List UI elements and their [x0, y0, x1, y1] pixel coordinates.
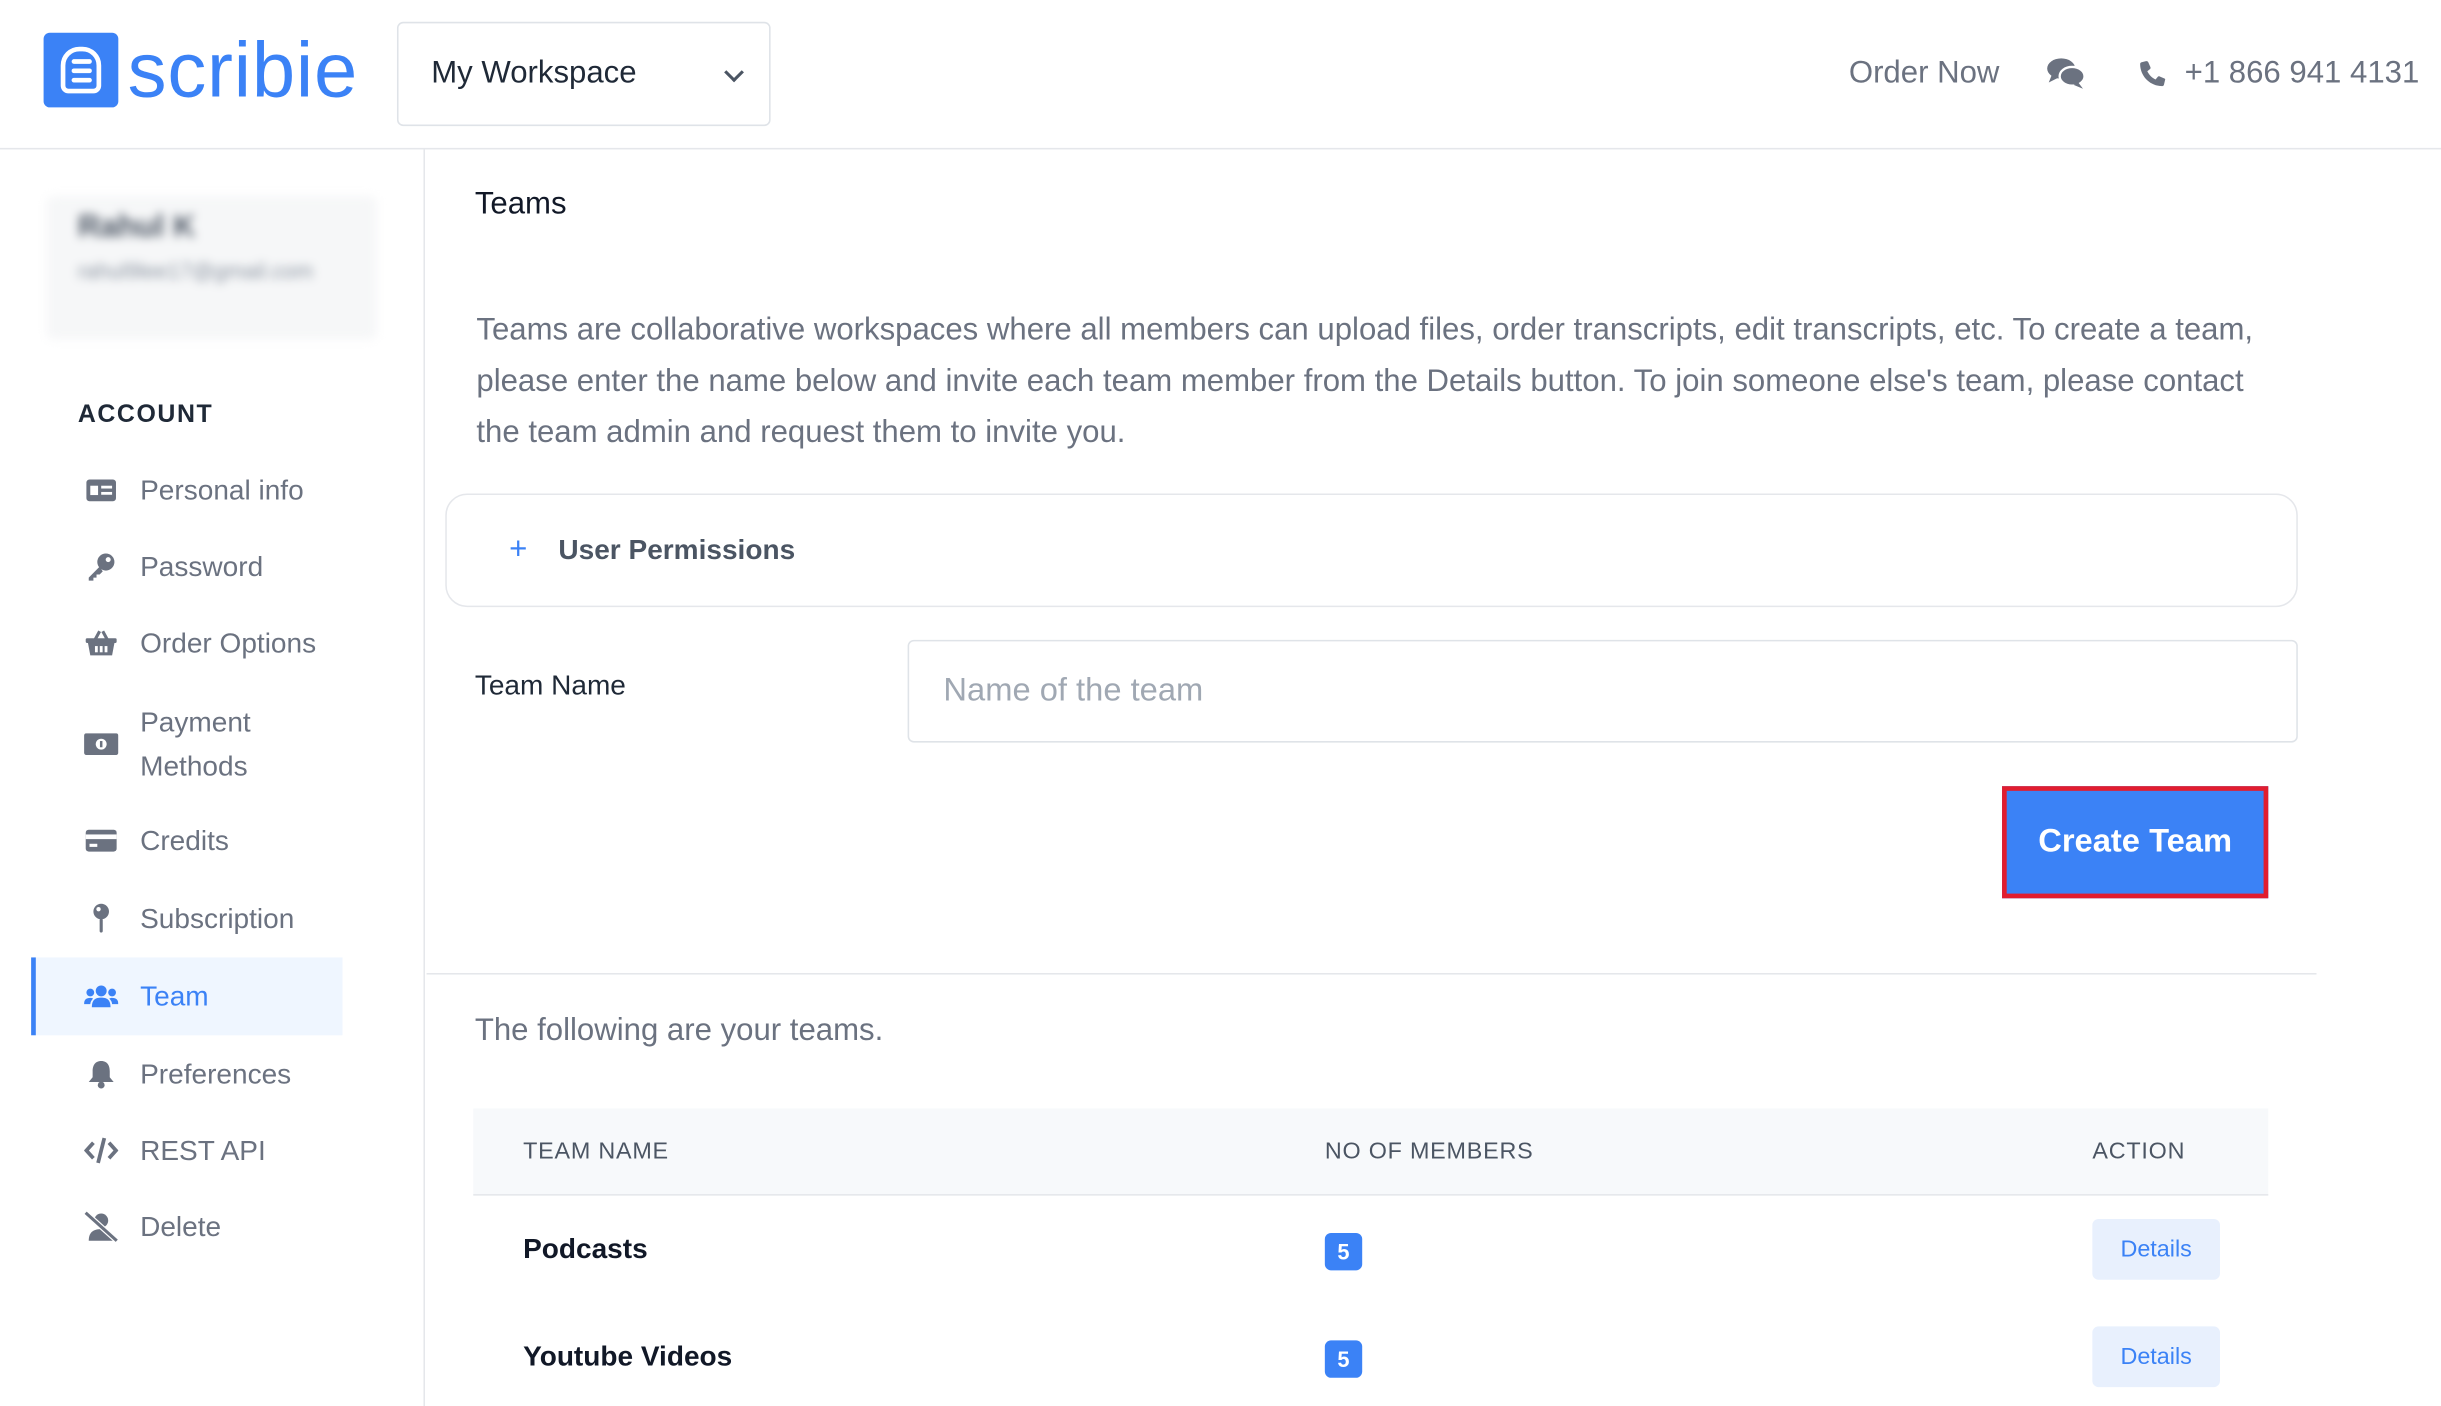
sidebar-item-payment-methods[interactable]: Payment Methods [31, 696, 342, 793]
member-count-badge: 5 [1324, 1340, 1363, 1378]
chat-icon[interactable] [2046, 56, 2087, 90]
page-title: Teams [474, 186, 567, 222]
sidebar-item-label: Team [140, 980, 209, 1012]
order-now-link[interactable]: Order Now [1849, 55, 2000, 91]
column-header-action: ACTION [2092, 1138, 2186, 1165]
team-name-input[interactable] [907, 639, 2298, 743]
sidebar-item-credits[interactable]: Credits [31, 802, 342, 880]
team-name-label: Team Name [474, 669, 626, 701]
column-header-team-name: TEAM NAME [523, 1138, 669, 1165]
code-icon [84, 1135, 119, 1166]
sidebar-item-label: Payment Methods [140, 706, 251, 782]
sidebar-item-label: Credits [140, 824, 229, 856]
scribie-logo[interactable]: scribie [43, 26, 359, 114]
pin-icon [84, 903, 118, 934]
sidebar-item-label: REST API [140, 1134, 266, 1166]
credit-card-icon [84, 825, 118, 856]
logo-text: scribie [127, 26, 359, 114]
user-email: rahul9lee17@gmail.com [77, 258, 314, 284]
support-phone-number[interactable]: +1 866 941 4131 [2185, 55, 2420, 91]
member-count-badge: 5 [1324, 1232, 1363, 1271]
basket-icon [84, 627, 118, 658]
plus-icon: + [509, 532, 528, 567]
teams-caption: The following are your teams. [474, 1013, 884, 1048]
money-icon [84, 729, 119, 760]
id-card-icon [84, 475, 118, 506]
table-row: Podcasts 5 Details [473, 1196, 2268, 1303]
sidebar-item-password[interactable]: Password [31, 528, 342, 606]
team-name-cell: Youtube Videos [523, 1340, 733, 1372]
section-divider [426, 973, 2317, 975]
main-content: Teams Teams are collaborative workspaces… [426, 149, 2441, 1406]
teams-table: TEAM NAME NO OF MEMBERS ACTION Podcasts … [473, 1108, 2269, 1406]
user-permissions-label: User Permissions [558, 533, 796, 566]
sidebar-item-team[interactable]: Team [31, 957, 343, 1036]
sidebar-item-subscription[interactable]: Subscription [31, 880, 342, 958]
sidebar-item-rest-api[interactable]: REST API [31, 1112, 342, 1190]
sidebar-item-label: Preferences [140, 1057, 292, 1089]
teams-table-header: TEAM NAME NO OF MEMBERS ACTION [473, 1108, 2269, 1196]
chevron-down-icon [724, 62, 744, 83]
team-name-cell: Podcasts [523, 1232, 648, 1265]
users-icon [84, 981, 119, 1012]
table-row: Youtube Videos 5 Details [473, 1303, 2268, 1406]
sidebar-item-label: Delete [140, 1210, 222, 1242]
account-section-label: ACCOUNT [77, 401, 214, 429]
user-slash-icon [84, 1211, 119, 1243]
sidebar-item-label: Order Options [140, 626, 317, 658]
sidebar-item-label: Password [140, 550, 264, 582]
account-sidebar: Rahul K rahul9lee17@gmail.com ACCOUNT Pe… [0, 149, 426, 1406]
column-header-members: NO OF MEMBERS [1324, 1138, 1534, 1165]
details-button[interactable]: Details [2092, 1326, 2220, 1388]
teams-description: Teams are collaborative workspaces where… [476, 312, 2254, 450]
bell-icon [84, 1059, 118, 1090]
sidebar-item-personal-info[interactable]: Personal info [31, 451, 342, 529]
user-name: Rahul K [77, 210, 196, 245]
user-permissions-accordion[interactable]: + User Permissions [445, 493, 2298, 608]
sidebar-item-delete[interactable]: Delete [31, 1188, 342, 1266]
sidebar-item-label: Subscription [140, 902, 295, 934]
header-actions: Order Now +1 866 941 4131 [1849, 47, 2419, 100]
create-team-button[interactable]: Create Team [2002, 786, 2269, 899]
workspace-select[interactable]: My Workspace [396, 21, 771, 127]
sidebar-item-order-options[interactable]: Order Options [31, 604, 342, 682]
key-icon [84, 551, 118, 582]
phone-icon [2136, 56, 2170, 90]
workspace-select-value: My Workspace [431, 56, 637, 91]
logo-icon [43, 32, 119, 108]
user-card: Rahul K rahul9lee17@gmail.com [46, 196, 377, 340]
details-button[interactable]: Details [2092, 1218, 2220, 1280]
sidebar-item-preferences[interactable]: Preferences [31, 1035, 342, 1113]
top-header: scribie My Workspace Order Now +1 866 94… [0, 0, 2441, 150]
sidebar-item-label: Personal info [140, 474, 304, 506]
